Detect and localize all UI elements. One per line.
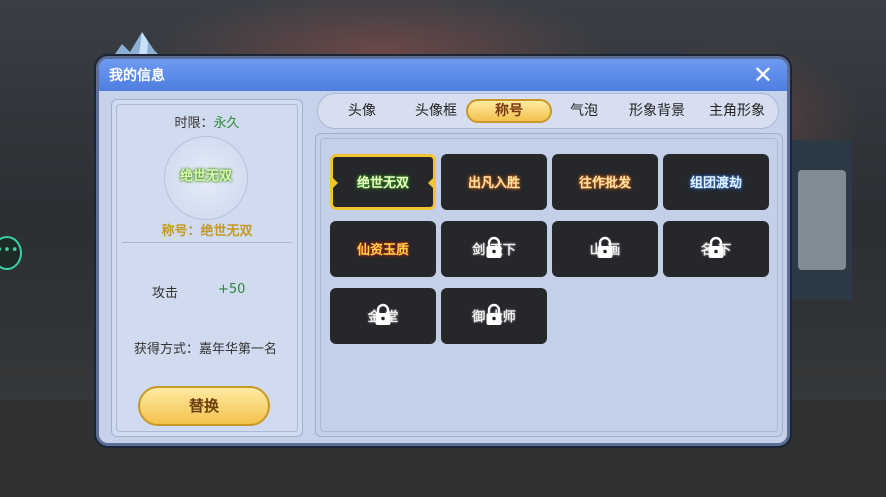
tab-title[interactable]: 称号 [466, 99, 552, 123]
title-card-text: 绝世无双 [356, 176, 409, 191]
divider [122, 242, 292, 243]
attribute-value: +50 [218, 282, 246, 297]
title-card-text: 出凡入胜 [467, 176, 520, 191]
attribute-name: 攻击 [152, 286, 179, 301]
title-card-text: 往作批发 [578, 176, 631, 191]
storefront-sign [792, 140, 852, 300]
obtain-method: 获得方式：嘉年华第一名 [134, 342, 278, 357]
title-card-text: 仙资玉质 [356, 243, 409, 258]
lock-icon [486, 236, 502, 258]
my-info-dialog: 我的信息 ✕ 时限：永久 绝世无双 称号：绝世无双 攻击 +50 获得方式：嘉年… [96, 56, 790, 446]
tab-character-image[interactable]: 主角形象 [698, 99, 776, 123]
title-card-locked-1[interactable]: 剑 天下 [441, 221, 547, 277]
lock-icon [486, 303, 502, 325]
replace-button[interactable]: 替换 [138, 386, 270, 426]
duration-label: 时限： [174, 116, 214, 131]
lock-icon [375, 303, 391, 325]
duration-row: 时限：永久 [112, 112, 302, 131]
tab-avatar[interactable]: 头像 [332, 99, 392, 123]
title-card-locked-4[interactable]: 金 堂 [330, 288, 436, 344]
lock-icon [597, 236, 613, 258]
title-card-zutuandujie[interactable]: 组团渡劫 [663, 154, 769, 210]
title-detail-panel: 时限：永久 绝世无双 称号：绝世无双 攻击 +50 获得方式：嘉年华第一名 替换 [111, 99, 303, 437]
title-card-locked-5[interactable]: 御 大师 [441, 288, 547, 344]
title-preview: 绝世无双 [164, 136, 248, 220]
title-card-wangzuopifa[interactable]: 往作批发 [552, 154, 658, 210]
tab-image-background[interactable]: 形象背景 [618, 99, 696, 123]
title-card-locked-3[interactable]: 名 下 [663, 221, 769, 277]
title-card-jueshiwushuang[interactable]: 绝世无双 [330, 154, 436, 210]
title-card-text: 组团渡劫 [689, 176, 742, 191]
close-icon[interactable]: ✕ [753, 61, 773, 89]
lock-icon [708, 236, 724, 258]
dialog-title: 我的信息 [109, 68, 165, 84]
title-card-locked-2[interactable]: 山 画 [552, 221, 658, 277]
tab-avatar-frame[interactable]: 头像框 [400, 99, 472, 123]
preview-title-badge: 绝世无双 [179, 169, 232, 184]
title-card-xianziyuzhi[interactable]: 仙资玉质 [330, 221, 436, 277]
title-card-chufanrusheng[interactable]: 出凡入胜 [441, 154, 547, 210]
tab-bubble[interactable]: 气泡 [556, 99, 612, 123]
dialog-title-bar: 我的信息 ✕ [99, 59, 787, 91]
title-grid: 绝世无双 出凡入胜 往作批发 组团渡劫 仙资玉质 剑 天下 山 画 名 下 金 … [315, 133, 783, 437]
duration-value: 永久 [213, 116, 240, 131]
current-title-label: 称号：绝世无双 [161, 224, 253, 239]
category-tabs: 头像 头像框 称号 气泡 形象背景 主角形象 [317, 93, 779, 129]
